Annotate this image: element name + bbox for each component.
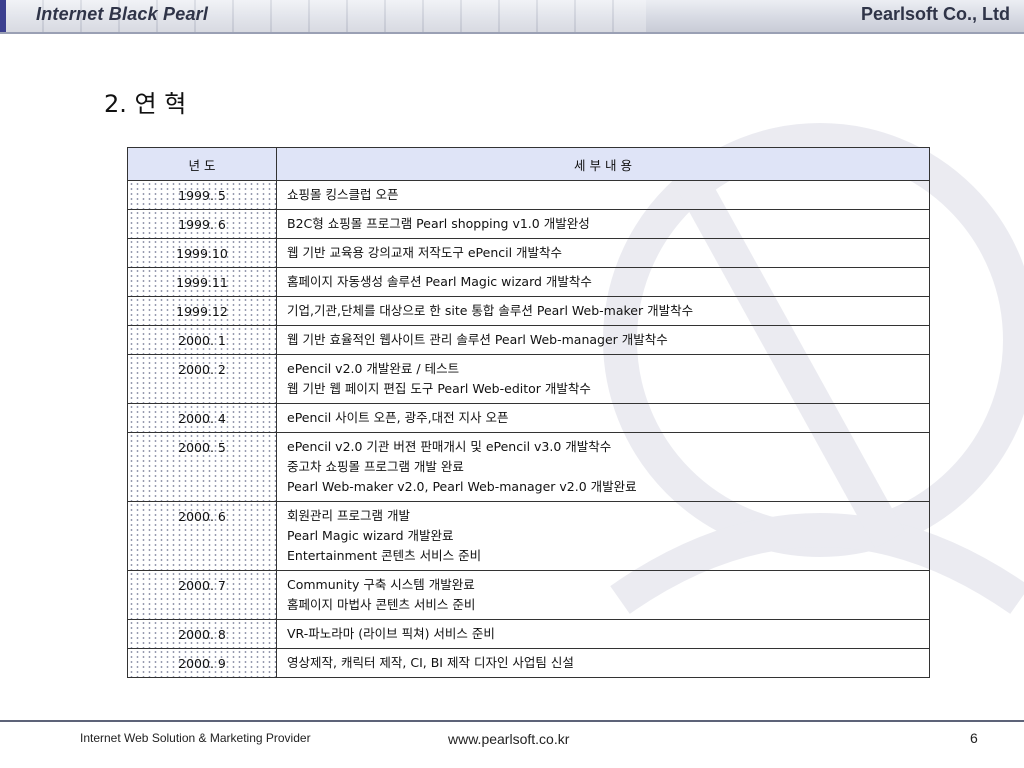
table-row: 2000. 4 ePencil 사이트 오픈, 광주,대전 지사 오픈 <box>127 403 930 433</box>
table-row: 1999.10 웹 기반 교육용 강의교재 저작도구 ePencil 개발착수 <box>127 238 930 268</box>
history-rows: 1999. 5 쇼핑몰 킹스클럽 오픈 1999. 6 B2C형 쇼핑몰 프로그램 P… <box>127 180 930 678</box>
year-text: 2000. 6 <box>178 509 226 524</box>
header-product-title: Internet Black Pearl <box>36 4 209 24</box>
year-cell: 2000. 7 <box>127 570 277 620</box>
year-cell: 2000. 5 <box>127 432 277 502</box>
detail-cell: 웹 기반 효율적인 웹사이트 관리 솔루션 Pearl Web-manager … <box>276 325 930 355</box>
table-row: 1999.12 기업,기관,단체를 대상으로 한 site 통합 솔루션 Pear… <box>127 296 930 326</box>
footer-divider <box>0 720 1024 722</box>
detail-line: ePencil v2.0 기관 버젼 판매개시 및 ePencil v3.0 개… <box>287 439 612 454</box>
year-cell: 2000. 6 <box>127 501 277 571</box>
detail-cell: 웹 기반 교육용 강의교재 저작도구 ePencil 개발착수 <box>276 238 930 268</box>
table-row: 2000. 5 ePencil v2.0 기관 버젼 판매개시 및 ePencil… <box>127 432 930 502</box>
detail-line: 기업,기관,단체를 대상으로 한 site 통합 솔루션 Pearl Web-m… <box>287 303 694 318</box>
header-accent <box>0 0 6 32</box>
year-cell: 2000. 1 <box>127 325 277 355</box>
year-text: 1999.11 <box>176 275 228 290</box>
detail-line: Community 구축 시스템 개발완료 <box>287 577 475 592</box>
table-row: 2000. 1 웹 기반 효율적인 웹사이트 관리 솔루션 Pearl Web-m… <box>127 325 930 355</box>
table-row: 1999. 5 쇼핑몰 킹스클럽 오픈 <box>127 180 930 210</box>
page-title: 2. 연 혁 <box>104 90 187 118</box>
year-text: 2000. 4 <box>178 411 226 426</box>
year-text: 2000. 8 <box>178 627 226 642</box>
year-cell: 2000. 8 <box>127 619 277 649</box>
year-text: 1999. 5 <box>178 188 226 203</box>
table-row: 2000. 8 VR-파노라마 (라이브 픽쳐) 서비스 준비 <box>127 619 930 649</box>
detail-cell: 홈페이지 자동생성 솔루션 Pearl Magic wizard 개발착수 <box>276 267 930 297</box>
detail-cell: ePencil v2.0 개발완료 / 테스트웹 기반 웹 페이지 편집 도구 … <box>276 354 930 404</box>
table-header-row: 년 도 세 부 내 용 <box>127 147 930 181</box>
table-row: 2000. 2 ePencil v2.0 개발완료 / 테스트웹 기반 웹 페이지… <box>127 354 930 404</box>
detail-line: 웹 기반 교육용 강의교재 저작도구 ePencil 개발착수 <box>287 245 563 260</box>
footer-url: www.pearlsoft.co.kr <box>448 731 570 747</box>
year-cell: 1999. 5 <box>127 180 277 210</box>
header-company-name: Pearlsoft Co., Ltd <box>860 4 1010 24</box>
detail-line: 홈페이지 자동생성 솔루션 Pearl Magic wizard 개발착수 <box>287 274 592 289</box>
detail-cell: 기업,기관,단체를 대상으로 한 site 통합 솔루션 Pearl Web-m… <box>276 296 930 326</box>
detail-cell: ePencil v2.0 기관 버젼 판매개시 및 ePencil v3.0 개… <box>276 432 930 502</box>
year-cell: 2000. 9 <box>127 648 277 678</box>
year-cell: 2000. 2 <box>127 354 277 404</box>
detail-line: Pearl Magic wizard 개발완료 <box>287 528 454 543</box>
year-text: 1999. 6 <box>178 217 226 232</box>
page-number: 6 <box>970 730 978 746</box>
year-cell: 1999.10 <box>127 238 277 268</box>
table-row: 2000. 9 영상제작, 캐릭터 제작, CI, BI 제작 디자인 사업팀 신… <box>127 648 930 678</box>
year-text: 2000. 9 <box>178 656 226 671</box>
detail-cell: B2C형 쇼핑몰 프로그램 Pearl shopping v1.0 개발완성 <box>276 209 930 239</box>
detail-line: Pearl Web-maker v2.0, Pearl Web-manager … <box>287 479 637 494</box>
year-text: 2000. 5 <box>178 440 226 455</box>
detail-cell: 쇼핑몰 킹스클럽 오픈 <box>276 180 930 210</box>
detail-line: 회원관리 프로그램 개발 <box>287 508 410 523</box>
year-text: 2000. 7 <box>178 578 226 593</box>
column-header-year: 년 도 <box>127 147 277 181</box>
table-row: 1999.11 홈페이지 자동생성 솔루션 Pearl Magic wizard … <box>127 267 930 297</box>
detail-cell: Community 구축 시스템 개발완료홈페이지 마법사 콘텐츠 서비스 준비 <box>276 570 930 620</box>
year-cell: 1999.11 <box>127 267 277 297</box>
year-text: 1999.12 <box>176 304 228 319</box>
detail-line: B2C형 쇼핑몰 프로그램 Pearl shopping v1.0 개발완성 <box>287 216 590 231</box>
detail-line: ePencil v2.0 개발완료 / 테스트 <box>287 361 460 376</box>
table-row: 1999. 6 B2C형 쇼핑몰 프로그램 Pearl shopping v1.0… <box>127 209 930 239</box>
year-cell: 1999.12 <box>127 296 277 326</box>
detail-line: 중고차 쇼핑몰 프로그램 개발 완료 <box>287 459 464 474</box>
table-row: 2000. 7 Community 구축 시스템 개발완료홈페이지 마법사 콘텐츠… <box>127 570 930 620</box>
column-header-detail: 세 부 내 용 <box>276 147 930 181</box>
footer-tagline: Internet Web Solution & Marketing Provid… <box>80 731 311 745</box>
header-bar: Internet Black Pearl Pearlsoft Co., Ltd <box>0 0 1024 34</box>
detail-cell: 영상제작, 캐릭터 제작, CI, BI 제작 디자인 사업팀 신설 <box>276 648 930 678</box>
detail-line: ePencil 사이트 오픈, 광주,대전 지사 오픈 <box>287 410 509 425</box>
detail-line: 웹 기반 효율적인 웹사이트 관리 솔루션 Pearl Web-manager … <box>287 332 668 347</box>
year-cell: 1999. 6 <box>127 209 277 239</box>
table-row: 2000. 6 회원관리 프로그램 개발 Pearl Magic wizard 개발… <box>127 501 930 571</box>
detail-line: Entertainment 콘텐츠 서비스 준비 <box>287 548 482 563</box>
detail-line: 웹 기반 웹 페이지 편집 도구 Pearl Web-editor 개발착수 <box>287 381 591 396</box>
detail-cell: 회원관리 프로그램 개발 Pearl Magic wizard 개발완료 Enter… <box>276 501 930 571</box>
year-cell: 2000. 4 <box>127 403 277 433</box>
detail-cell: VR-파노라마 (라이브 픽쳐) 서비스 준비 <box>276 619 930 649</box>
detail-line: 쇼핑몰 킹스클럽 오픈 <box>287 187 399 202</box>
year-text: 1999.10 <box>176 246 228 261</box>
detail-line: VR-파노라마 (라이브 픽쳐) 서비스 준비 <box>287 626 495 641</box>
detail-cell: ePencil 사이트 오픈, 광주,대전 지사 오픈 <box>276 403 930 433</box>
detail-line: 홈페이지 마법사 콘텐츠 서비스 준비 <box>287 597 476 612</box>
year-text: 2000. 1 <box>178 333 226 348</box>
detail-line: 영상제작, 캐릭터 제작, CI, BI 제작 디자인 사업팀 신설 <box>287 655 574 670</box>
year-text: 2000. 2 <box>178 362 226 377</box>
history-table: 년 도 세 부 내 용 1999. 5 쇼핑몰 킹스클럽 오픈 1999. 6 B2C… <box>127 147 930 678</box>
